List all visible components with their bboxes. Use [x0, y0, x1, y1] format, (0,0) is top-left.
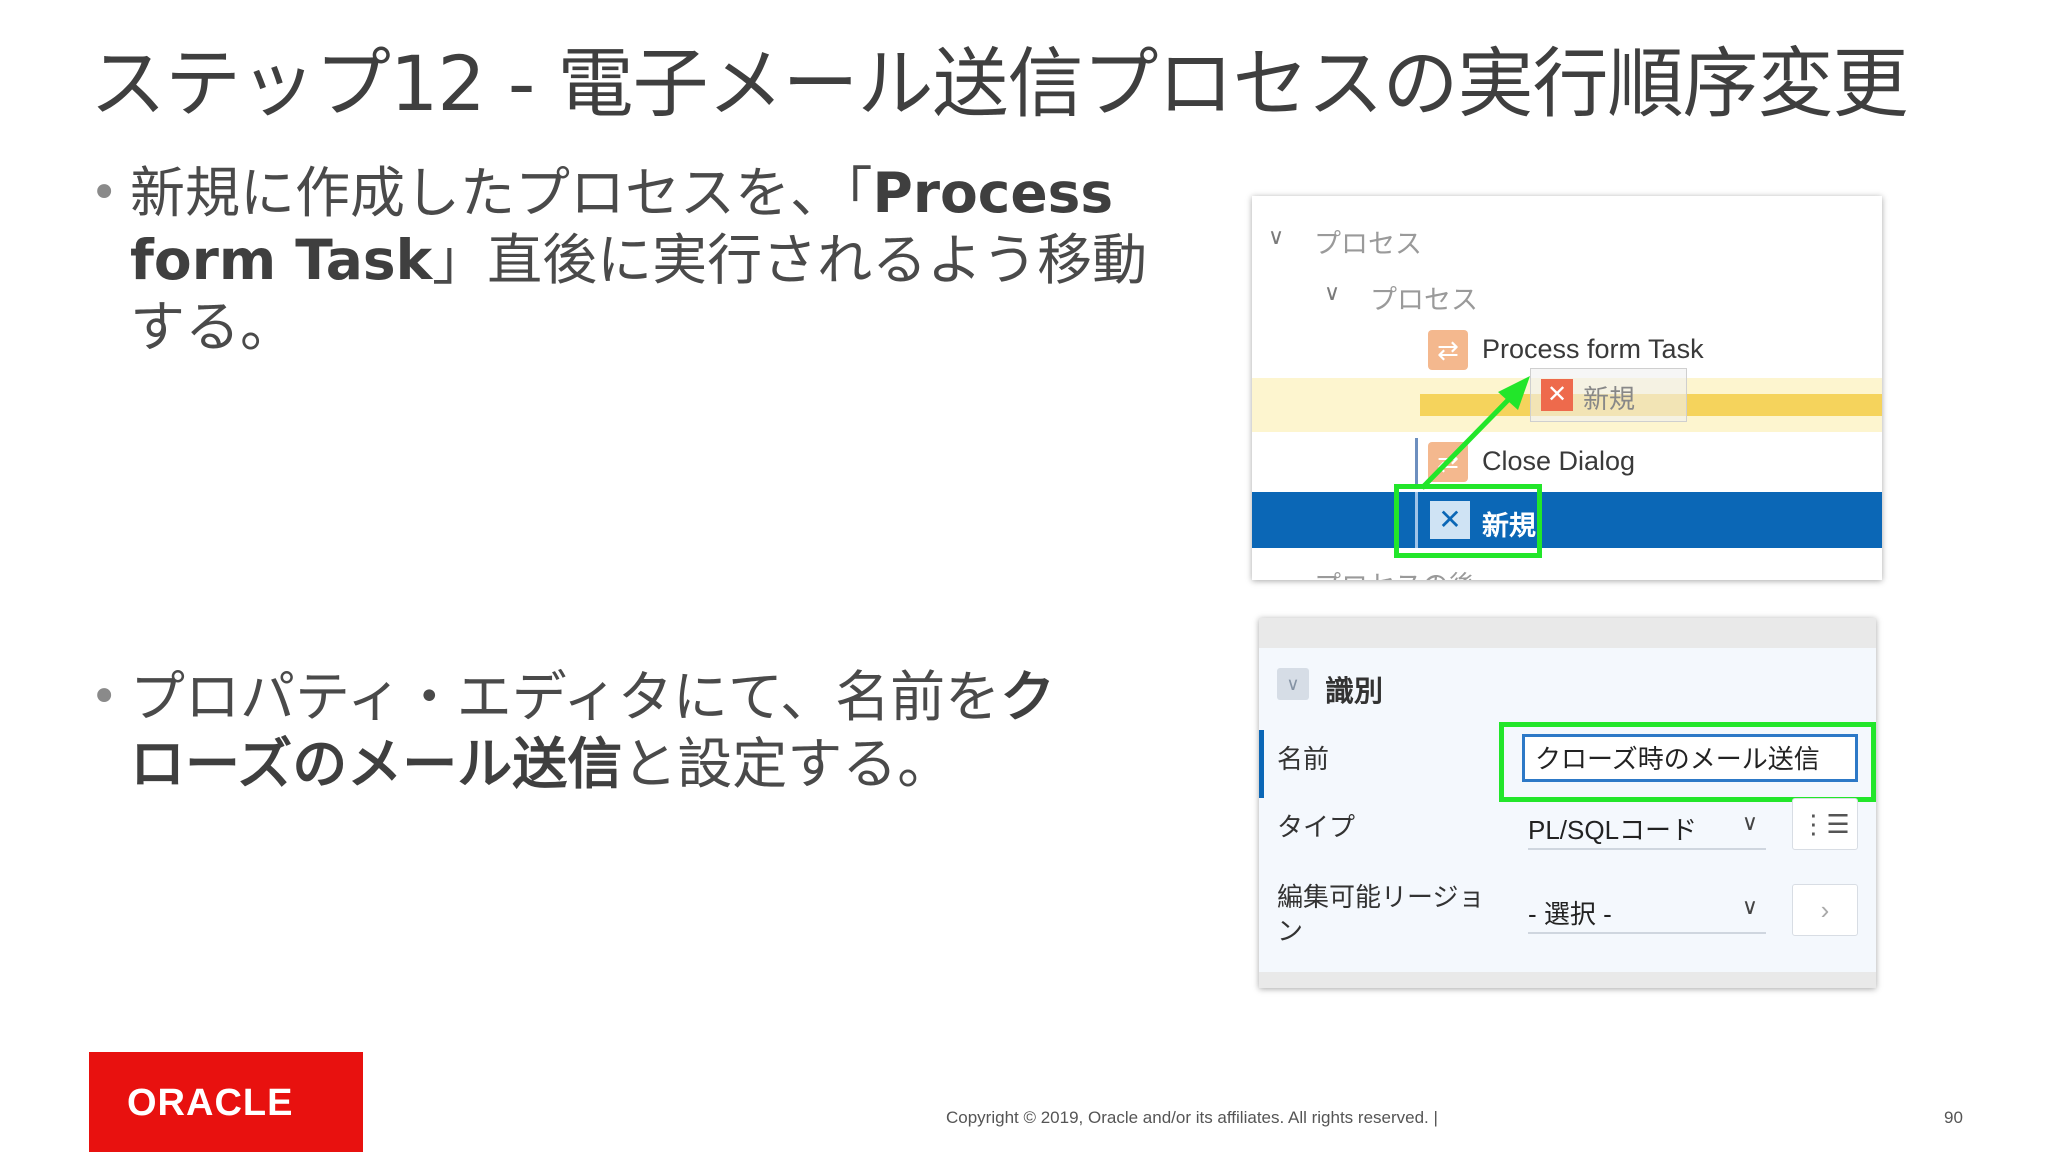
bullet-text-segment: 」直後に実行されるよう移動	[432, 228, 1148, 292]
panel-top-bar	[1259, 618, 1876, 648]
required-indicator	[1259, 730, 1264, 798]
logo-text: ORACLE	[127, 1082, 294, 1124]
list-icon[interactable]: ⋮☰	[1792, 798, 1858, 850]
editable-region-select[interactable]: - 選択 - ∨	[1528, 888, 1766, 934]
editable-region-value: - 選択 -	[1528, 899, 1612, 929]
bullet-text: プロパティ・エディタにて、名前をク ローズのメール送信と設定する。	[130, 664, 1055, 798]
editable-region-label: 編集可能リージョ	[1277, 882, 1485, 912]
panel-bottom-bar	[1259, 972, 1876, 988]
type-select-value: PL/SQLコード	[1528, 815, 1698, 845]
bullet-text-segment: 新規に作成したプロセスを、「	[130, 161, 873, 225]
bullet-set-name: • プロパティ・エディタにて、名前をク ローズのメール送信と設定する。	[90, 664, 1190, 804]
type-label: タイプ	[1277, 812, 1356, 842]
bullet-text-bold: ク	[1000, 665, 1056, 729]
property-editor-screenshot: ∨ 識別 名前 クローズ時のメール送信 タイプ PL/SQLコード ∨ ⋮☰ 編…	[1259, 618, 1876, 988]
chevron-down-icon[interactable]: ∨	[1277, 668, 1309, 700]
bullet-marker: •	[90, 669, 119, 725]
bullet-marker: •	[90, 165, 119, 221]
oracle-logo: ORACLE	[89, 1052, 363, 1152]
type-select[interactable]: PL/SQLコード ∨	[1528, 804, 1766, 850]
bullet-move-process: • 新規に作成したプロセスを、「Process form Task」直後に実行さ…	[90, 160, 1190, 370]
bullet-text-bold: form Task	[130, 228, 433, 292]
drag-arrow-icon	[1420, 376, 1530, 490]
bullet-text: 新規に作成したプロセスを、「Process form Task」直後に実行される…	[130, 160, 1147, 361]
chevron-down-icon: ∨	[1741, 894, 1758, 919]
slide-title: ステップ12 - 電子メール送信プロセスの実行順序変更	[90, 39, 1908, 128]
bullet-text-segment: プロパティ・エディタにて、名前を	[130, 665, 1001, 729]
bullet-text-segment: と設定する。	[622, 732, 953, 796]
process-tree-screenshot: ∨ プロセス ∨ プロセス ⇄ Process form Task ✕ 新規 ⇄…	[1252, 196, 1882, 580]
section-title-identification: 識別	[1325, 676, 1384, 708]
chevron-down-icon: ∨	[1741, 810, 1758, 835]
highlight-box-name	[1499, 722, 1876, 802]
bullet-text-bold: Process	[872, 161, 1114, 225]
editable-region-label-cont: ン	[1277, 916, 1304, 946]
bullet-text-segment: する。	[130, 295, 296, 359]
name-label: 名前	[1277, 744, 1330, 774]
copyright-text: Copyright © 2019, Oracle and/or its affi…	[946, 1108, 1438, 1127]
chevron-right-icon[interactable]: ›	[1792, 884, 1858, 936]
bullet-text-bold: ローズのメール送信	[130, 732, 623, 796]
page-number: 90	[1944, 1108, 1963, 1127]
